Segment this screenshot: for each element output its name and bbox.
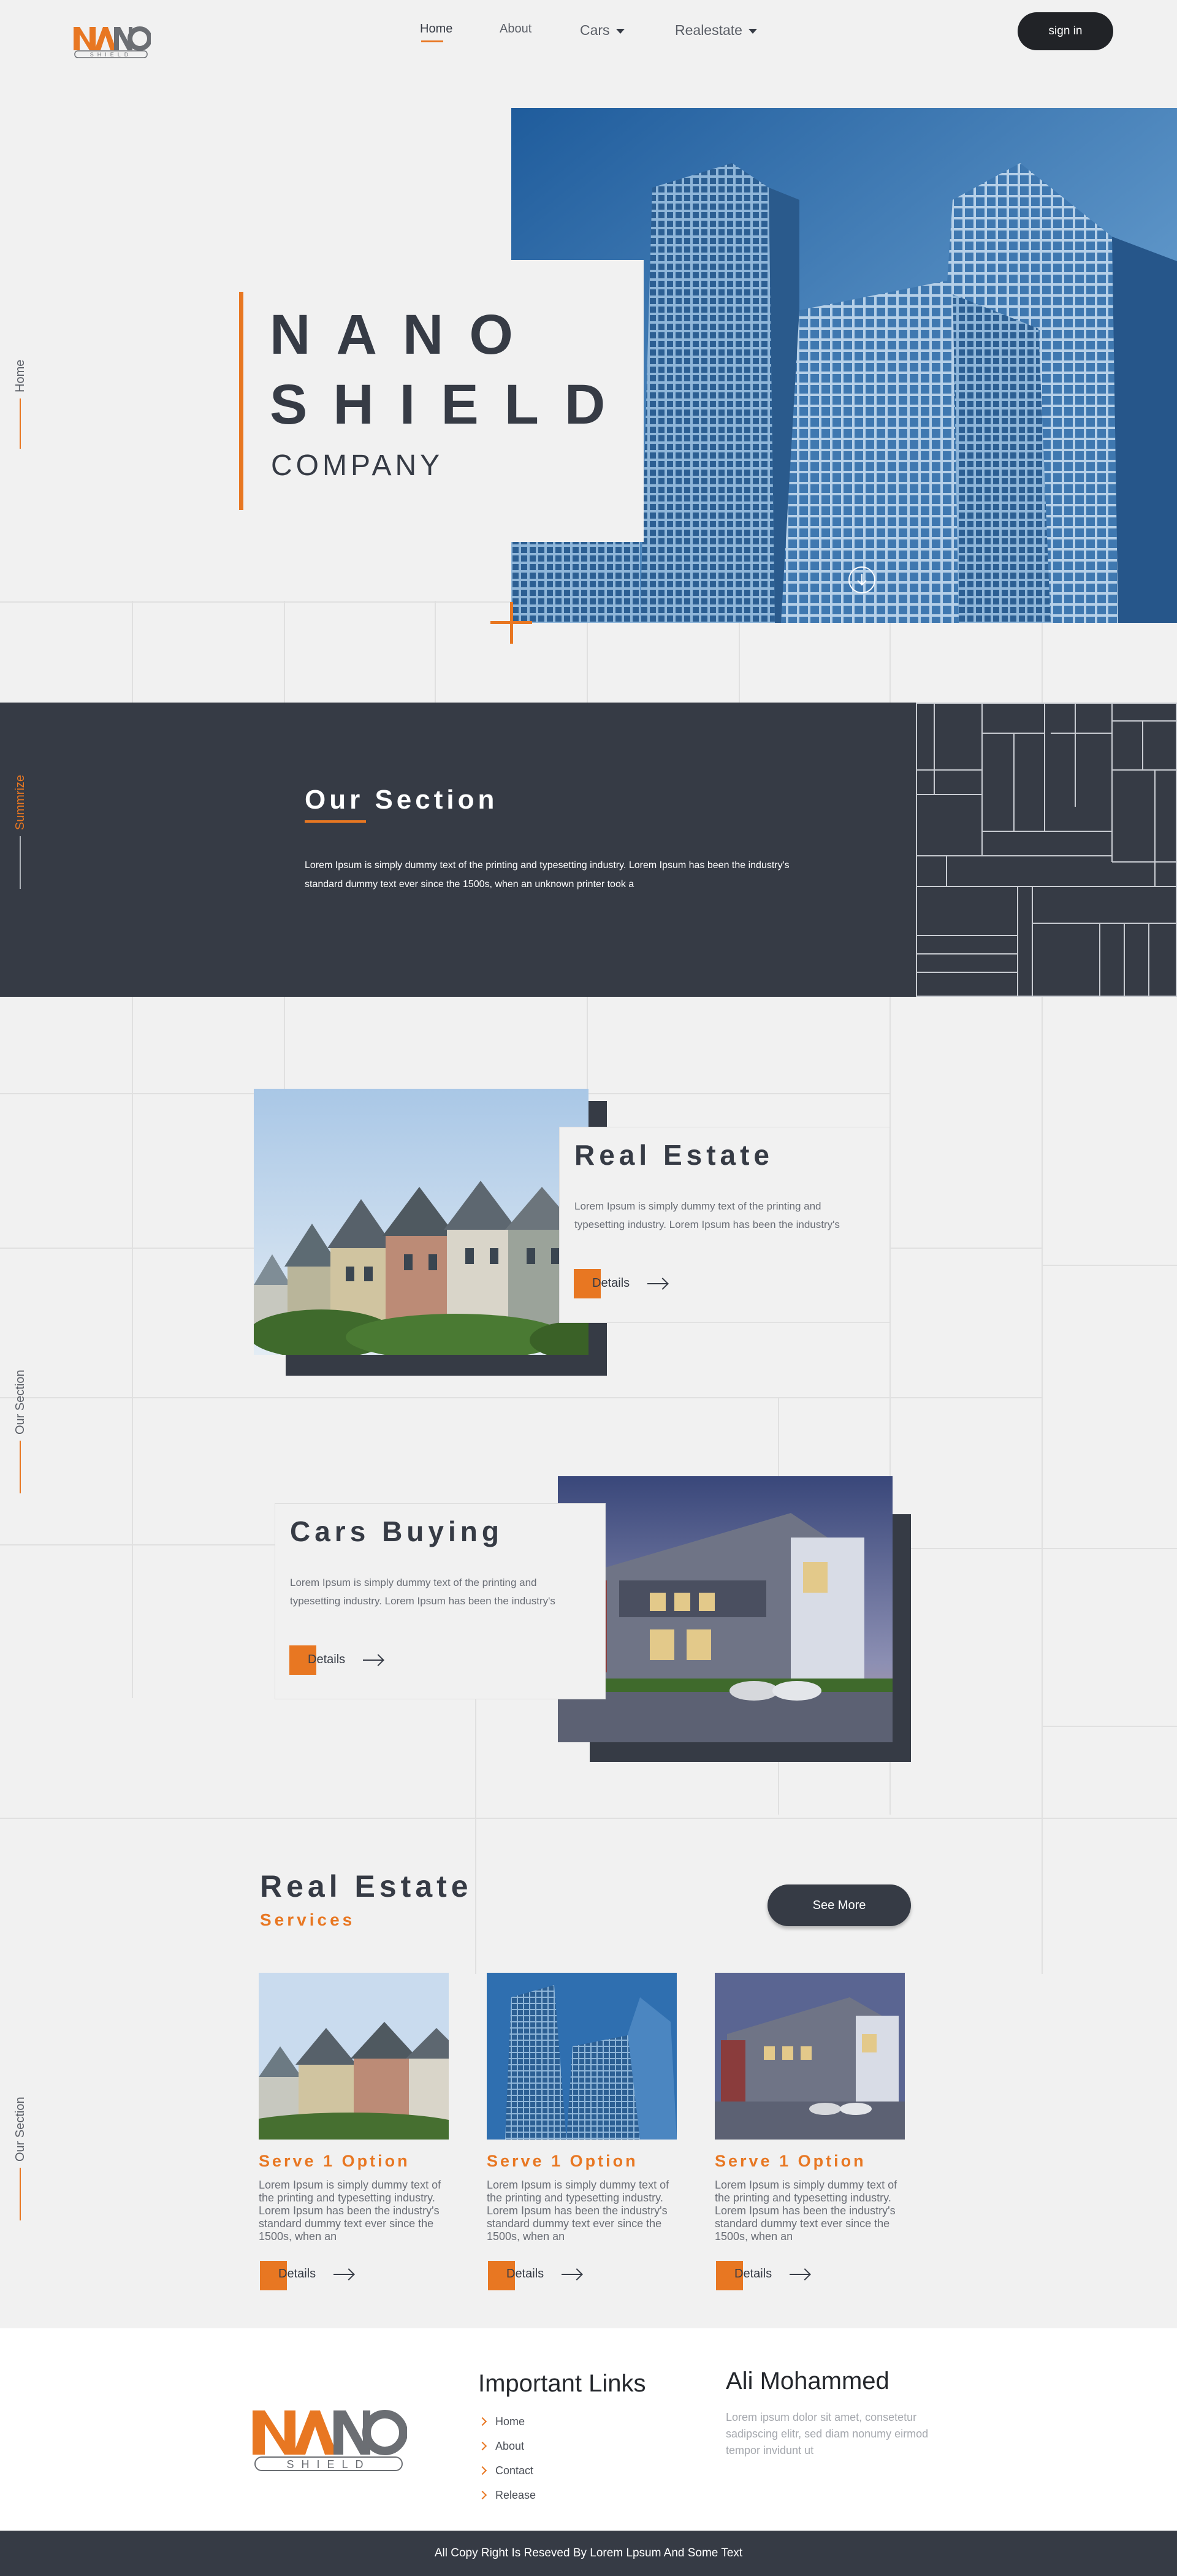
feature-1-card: Real Estate Lorem Ipsum is simply dummy … xyxy=(559,1127,890,1323)
nav-cars[interactable]: Cars xyxy=(580,22,625,39)
nav-realestate-label: Realestate xyxy=(675,22,742,38)
service-2-details-button[interactable]: Details xyxy=(506,2267,544,2281)
service-1-details-button[interactable]: Details xyxy=(278,2267,316,2281)
services-title: Real Estate xyxy=(260,1869,473,1903)
service-2-text: Lorem Ipsum is simply dummy text of the … xyxy=(487,2179,669,2243)
hero-accent-bar xyxy=(239,292,243,510)
chevron-down-icon xyxy=(615,28,625,34)
hero-line-3: COMPANY xyxy=(271,449,444,482)
feature-2-text: Lorem Ipsum is simply dummy text of the … xyxy=(290,1577,555,1607)
service-1-image xyxy=(259,1973,449,2140)
see-more-button[interactable]: See More xyxy=(768,1884,911,1926)
summary-title: Our Section xyxy=(305,785,498,815)
service-1-text: Lorem Ipsum is simply dummy text of the … xyxy=(259,2179,441,2243)
summary-title-underline xyxy=(305,820,366,823)
nano-shield-logo[interactable]: SHIELD xyxy=(72,22,152,59)
feature-1-title: Real Estate xyxy=(574,1139,774,1171)
service-3-text: Lorem Ipsum is simply dummy text of the … xyxy=(715,2179,897,2243)
copyright-bar: All Copy Right Is Reseved By Lorem Lpsum… xyxy=(0,2531,1177,2576)
scroll-down-icon[interactable] xyxy=(848,566,875,593)
side-line-services xyxy=(20,2168,21,2220)
footer-logo[interactable]: SHIELD xyxy=(250,2401,408,2472)
feature-2-details-button[interactable]: Details xyxy=(308,1653,345,1667)
service-2-image xyxy=(487,1973,677,2140)
arrow-right-icon[interactable] xyxy=(647,1283,667,1284)
hero-line-2: SHIELD xyxy=(270,373,631,436)
feature-2-title: Cars Buying xyxy=(290,1515,503,1547)
hero-line-1: NANO xyxy=(270,303,539,366)
feature-1-details-button[interactable]: Details xyxy=(592,1276,630,1290)
footer xyxy=(0,2328,1177,2531)
side-label-home: Home xyxy=(13,359,27,392)
service-3-image xyxy=(715,1973,905,2140)
arrow-right-icon[interactable] xyxy=(790,2274,809,2275)
footer-link-home[interactable]: Home xyxy=(495,2415,525,2428)
summary-text: Lorem Ipsum is simply dummy text of the … xyxy=(305,860,790,890)
feature-1-houses-image xyxy=(254,1089,588,1355)
nav-cars-label: Cars xyxy=(580,22,610,38)
side-label-features: Our Section xyxy=(13,1370,27,1435)
feature-2-villa-image xyxy=(558,1476,893,1742)
footer-link-contact[interactable]: Contact xyxy=(495,2464,533,2477)
side-line-home xyxy=(20,398,21,449)
arrow-right-icon[interactable] xyxy=(363,1660,383,1661)
pattern-decoration xyxy=(916,703,1177,997)
side-line-features xyxy=(20,1441,21,1493)
footer-link-about[interactable]: About xyxy=(495,2440,524,2453)
side-label-summary: Summrize xyxy=(13,774,27,830)
service-3-title: Serve 1 Option xyxy=(715,2152,866,2170)
footer-link-release[interactable]: Release xyxy=(495,2489,536,2502)
arrow-right-icon[interactable] xyxy=(333,2274,353,2275)
feature-2-card: Cars Buying Lorem Ipsum is simply dummy … xyxy=(275,1503,606,1699)
feature-1-text: Lorem Ipsum is simply dummy text of the … xyxy=(574,1200,840,1230)
footer-author-text: Lorem ipsum dolor sit amet, consetetur s… xyxy=(726,2411,929,2456)
svg-text:SHIELD: SHIELD xyxy=(90,51,132,58)
nav-home[interactable]: Home xyxy=(420,22,452,36)
svg-text:SHIELD: SHIELD xyxy=(286,2458,370,2471)
service-3-details-button[interactable]: Details xyxy=(734,2267,772,2281)
footer-author-name: Ali Mohammed xyxy=(726,2368,889,2395)
plus-decoration-vertical xyxy=(510,602,513,644)
side-line-summary xyxy=(20,836,21,889)
nav-about[interactable]: About xyxy=(500,22,531,36)
side-label-services: Our Section xyxy=(13,2097,27,2162)
arrow-right-icon[interactable] xyxy=(562,2274,581,2275)
sign-in-button[interactable]: sign in xyxy=(1018,12,1113,50)
nav-realestate[interactable]: Realestate xyxy=(675,22,757,39)
footer-links-title: Important Links xyxy=(478,2370,646,2397)
service-2-title: Serve 1 Option xyxy=(487,2152,638,2170)
nav-active-indicator xyxy=(421,40,443,42)
service-1-title: Serve 1 Option xyxy=(259,2152,410,2170)
chevron-down-icon xyxy=(748,28,757,34)
services-subtitle: Services xyxy=(260,1910,356,1929)
